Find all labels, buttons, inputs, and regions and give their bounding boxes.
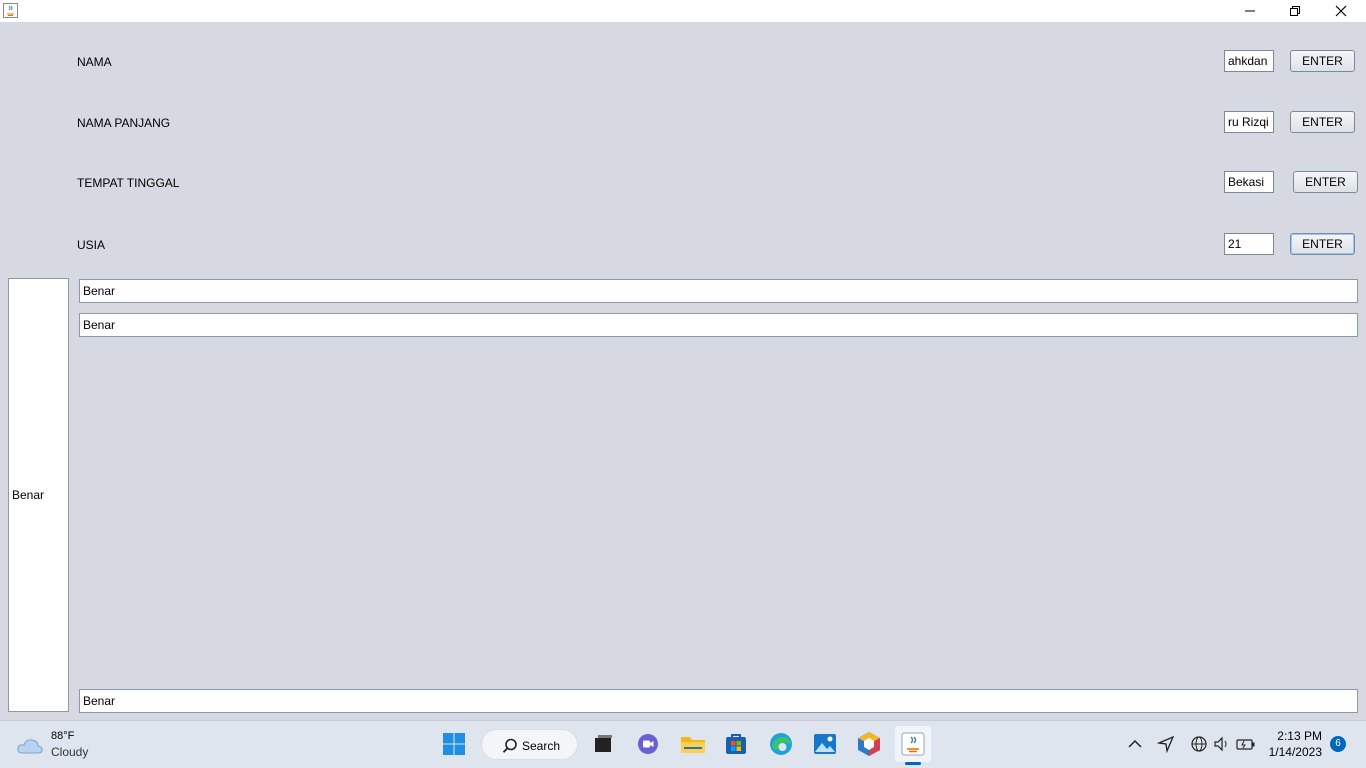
restore-button[interactable] bbox=[1272, 0, 1318, 22]
usia-input[interactable]: 21 bbox=[1224, 233, 1274, 255]
usia-enter-button[interactable]: ENTER bbox=[1290, 233, 1355, 255]
store-button[interactable] bbox=[721, 729, 751, 759]
netbeans-button[interactable] bbox=[854, 729, 884, 759]
location-button[interactable] bbox=[1151, 729, 1181, 759]
search-icon bbox=[502, 738, 517, 753]
globe-icon bbox=[1191, 736, 1207, 752]
speaker-icon bbox=[1214, 736, 1227, 752]
task-view-button[interactable] bbox=[588, 729, 618, 759]
battery-button[interactable] bbox=[1231, 729, 1261, 759]
tempat-tinggal-label: TEMPAT TINGGAL bbox=[77, 176, 180, 190]
side-output-panel: Benar bbox=[8, 278, 69, 712]
tempat-tinggal-input[interactable]: Bekasi bbox=[1224, 171, 1274, 193]
java-icon bbox=[901, 732, 925, 756]
notification-badge[interactable]: 6 bbox=[1330, 736, 1346, 752]
file-explorer-button[interactable] bbox=[678, 729, 708, 759]
java-app-icon bbox=[3, 3, 18, 18]
java-app-taskbar-button[interactable] bbox=[895, 726, 931, 765]
tempat-tinggal-enter-button[interactable]: ENTER bbox=[1293, 171, 1358, 193]
output-field-2[interactable]: Benar bbox=[79, 313, 1358, 337]
taskbar-search[interactable]: Search bbox=[481, 729, 578, 760]
usia-label: USIA bbox=[77, 238, 106, 252]
nama-label: NAMA bbox=[77, 55, 112, 69]
weather-widget[interactable]: 88°F Cloudy bbox=[16, 730, 96, 763]
taskbar: 88°F Cloudy Search 2:13 PM 1/14/2023 6 bbox=[0, 720, 1366, 768]
location-arrow-icon bbox=[1157, 735, 1175, 753]
nama-panjang-label: NAMA PANJANG bbox=[77, 116, 171, 130]
chat-icon bbox=[638, 734, 658, 754]
nama-panjang-input[interactable]: ru Rizqi bbox=[1224, 111, 1274, 133]
minimize-icon bbox=[1245, 10, 1255, 12]
active-app-indicator bbox=[905, 762, 921, 765]
window-titlebar bbox=[0, 0, 1366, 22]
output-field-1[interactable]: Benar bbox=[79, 279, 1358, 303]
close-button[interactable] bbox=[1318, 0, 1364, 22]
photos-icon bbox=[814, 734, 836, 754]
photos-button[interactable] bbox=[810, 729, 840, 759]
start-button[interactable] bbox=[439, 729, 469, 759]
windows-logo-icon bbox=[443, 733, 465, 755]
cloud-icon bbox=[17, 739, 43, 754]
weather-desc: Cloudy bbox=[51, 745, 89, 759]
search-label: Search bbox=[522, 739, 561, 753]
clock[interactable]: 2:13 PM 1/14/2023 bbox=[1262, 729, 1332, 761]
nama-input[interactable]: ahkdan bbox=[1224, 50, 1274, 72]
output-field-bottom[interactable]: Benar bbox=[79, 689, 1358, 713]
edge-button[interactable] bbox=[766, 729, 796, 759]
close-icon bbox=[1335, 5, 1347, 17]
form-content: NAMA ahkdan ENTER NAMA PANJANG ru Rizqi … bbox=[0, 22, 1366, 720]
clock-time: 2:13 PM bbox=[1277, 729, 1322, 743]
nama-panjang-enter-button[interactable]: ENTER bbox=[1290, 111, 1355, 133]
weather-temp: 88°F bbox=[51, 730, 75, 742]
store-icon bbox=[726, 734, 746, 754]
side-output-text: Benar bbox=[12, 488, 45, 502]
chat-button[interactable] bbox=[633, 729, 663, 759]
edge-browser-icon bbox=[770, 733, 792, 755]
minimize-button[interactable] bbox=[1227, 0, 1273, 22]
netbeans-icon bbox=[858, 732, 880, 756]
clock-date: 1/14/2023 bbox=[1268, 745, 1322, 759]
folder-icon bbox=[681, 737, 705, 753]
show-hidden-icons-button[interactable] bbox=[1120, 729, 1150, 759]
restore-icon bbox=[1290, 6, 1300, 16]
chevron-up-icon bbox=[1128, 739, 1142, 748]
battery-charging-icon bbox=[1236, 739, 1255, 750]
task-view-icon bbox=[595, 735, 612, 752]
nama-enter-button[interactable]: ENTER bbox=[1290, 50, 1355, 72]
